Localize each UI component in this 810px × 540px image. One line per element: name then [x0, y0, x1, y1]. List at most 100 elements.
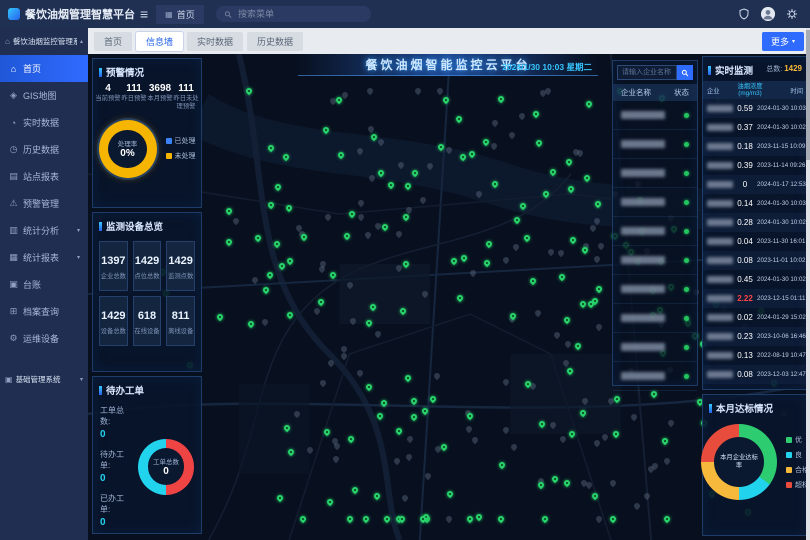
realtime-row[interactable]: 0.082023-12-03 12:47	[703, 365, 807, 384]
online-marker-icon	[582, 173, 590, 181]
company-row[interactable]	[613, 362, 697, 391]
tab-实时数据[interactable]: 实时数据	[187, 32, 243, 51]
sidebar-item-device-ops[interactable]: ⚙运维设备	[0, 325, 88, 352]
company-row[interactable]	[613, 217, 697, 246]
menu-search[interactable]	[216, 6, 371, 22]
realtime-row[interactable]: 0.372024-01-30 10:02	[703, 118, 807, 137]
sidebar-section-main[interactable]: ⌂ 餐饮油烟监控管理系统 ▴	[0, 28, 88, 55]
online-marker-icon	[459, 254, 467, 262]
online-marker-icon	[398, 307, 406, 315]
company-name-redacted	[707, 276, 733, 283]
sidebar-item-site-report[interactable]: ▤站点报表	[0, 163, 88, 190]
tab-首页[interactable]: 首页	[94, 32, 132, 51]
offline-marker-icon	[404, 453, 412, 461]
home-nav-chip[interactable]: ▦ 首页	[156, 5, 204, 24]
online-marker-icon	[351, 486, 359, 494]
offline-marker-icon	[401, 493, 409, 501]
settings-gear-icon[interactable]	[786, 8, 798, 20]
sidebar-item-label: 运维设备	[23, 332, 59, 345]
company-row[interactable]	[613, 159, 697, 188]
menu-toggle-icon[interactable]: ≡	[140, 6, 148, 22]
online-marker-icon	[409, 397, 417, 405]
realtime-row[interactable]: 0.142024-01-30 10:03	[703, 194, 807, 213]
online-marker-icon	[404, 182, 412, 190]
realtime-row[interactable]: 0.042023-11-30 16:01	[703, 232, 807, 251]
company-row[interactable]	[613, 275, 697, 304]
sidebar-item-ledger[interactable]: ▣台账	[0, 271, 88, 298]
offline-marker-icon	[475, 189, 483, 197]
sidebar-item-gis-map[interactable]: ◈GIS地图	[0, 82, 88, 109]
online-marker-icon	[497, 95, 505, 103]
menu-search-input[interactable]	[236, 8, 363, 20]
concentration-value: 0.28	[733, 218, 757, 227]
topbar-actions	[738, 7, 810, 21]
realtime-row[interactable]: 2.222023-12-15 01:11	[703, 289, 807, 308]
sidebar-item-history-data[interactable]: ◷历史数据	[0, 136, 88, 163]
realtime-row[interactable]: 0.022024-01-29 15:02	[703, 308, 807, 327]
alert-management-icon: ⚠	[8, 198, 19, 209]
company-row[interactable]	[613, 101, 697, 130]
online-status-dot	[684, 316, 689, 321]
offline-marker-icon	[592, 439, 600, 447]
online-marker-icon	[459, 152, 467, 160]
statistics-report-icon: ▦	[8, 252, 19, 263]
realtime-row[interactable]: 0.182023-11-15 10:09	[703, 137, 807, 156]
realtime-row[interactable]: 0.132022-08-19 10:47	[703, 346, 807, 365]
realtime-row[interactable]: 0.232023-10-06 16:46	[703, 327, 807, 346]
sidebar-item-home[interactable]: ⌂首页	[0, 55, 88, 82]
company-search-input[interactable]	[617, 65, 677, 80]
concentration-value: 0.39	[733, 161, 757, 170]
company-name-redacted	[621, 198, 665, 206]
online-marker-icon	[225, 237, 233, 245]
timestamp: 2023-11-14 09:26	[757, 162, 805, 169]
sidebar-item-alert-management[interactable]: ⚠预警管理	[0, 190, 88, 217]
realtime-row[interactable]: 0.082023-11-01 10:02	[703, 251, 807, 270]
company-search-button[interactable]	[677, 65, 693, 80]
stat-label: 当前预警	[95, 95, 121, 103]
stat-value: 111	[173, 83, 199, 94]
realtime-row[interactable]: 0.282024-01-30 10:02	[703, 213, 807, 232]
device-stat: 811离线设备	[166, 296, 195, 346]
scrollbar-thumb[interactable]	[806, 30, 810, 160]
workorder-stat: 待办工单:0	[100, 449, 132, 484]
donut-center: 本月企业达标率	[701, 424, 777, 500]
online-marker-icon	[563, 316, 571, 324]
company-row[interactable]	[613, 130, 697, 159]
realtime-row[interactable]: 02024-01-17 12:53	[703, 175, 807, 194]
offline-marker-icon	[293, 410, 301, 418]
offline-marker-icon	[345, 280, 353, 288]
page-scrollbar[interactable]	[806, 28, 810, 540]
realtime-row[interactable]: 0.392023-11-14 09:26	[703, 156, 807, 175]
online-marker-icon	[421, 407, 429, 415]
home-nav-label: 首页	[177, 8, 195, 21]
sidebar-item-statistics-report[interactable]: ▦统计报表▾	[0, 244, 88, 271]
archive-search-icon: ⊞	[8, 306, 19, 317]
company-row[interactable]	[613, 246, 697, 275]
timestamp: 2024-01-30 10:03	[757, 105, 806, 112]
shield-icon[interactable]	[738, 8, 750, 20]
tab-bar: 首页信息墙实时数据历史数据	[94, 32, 303, 51]
online-status-dot	[684, 113, 689, 118]
sidebar-section-base[interactable]: ▣ 基础管理系统 ▾	[0, 366, 88, 393]
sidebar-item-realtime-data[interactable]: ◔实时数据	[0, 109, 88, 136]
concentration-value: 0.45	[733, 275, 757, 284]
online-status-dot	[684, 258, 689, 263]
company-row[interactable]	[613, 188, 697, 217]
sidebar-item-statistics-analysis[interactable]: ▥统计分析▾	[0, 217, 88, 244]
company-row[interactable]	[613, 333, 697, 362]
concentration-value: 0.37	[733, 123, 757, 132]
offline-marker-icon	[464, 425, 472, 433]
timestamp: 2022-08-19 10:47	[757, 352, 806, 359]
sidebar-item-archive-search[interactable]: ⊞档案查询	[0, 298, 88, 325]
tab-历史数据[interactable]: 历史数据	[247, 32, 303, 51]
chevron-down-icon: ▾	[792, 38, 795, 45]
tab-信息墙[interactable]: 信息墙	[136, 32, 183, 51]
realtime-row[interactable]: 0.592024-01-30 10:03	[703, 99, 807, 118]
online-marker-icon	[329, 270, 337, 278]
offline-marker-icon	[471, 435, 479, 443]
avatar[interactable]	[761, 7, 775, 21]
company-row[interactable]	[613, 304, 697, 333]
realtime-row[interactable]: 0.452024-01-30 10:02	[703, 270, 807, 289]
company-name-redacted	[707, 181, 733, 188]
more-button[interactable]: 更多 ▾	[762, 32, 804, 51]
